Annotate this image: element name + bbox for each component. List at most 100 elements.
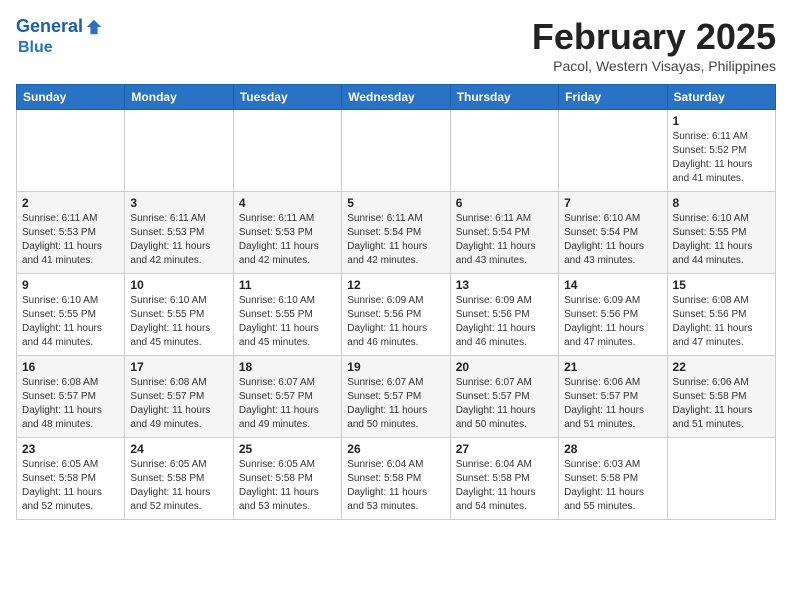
day-number: 27 <box>456 442 553 456</box>
day-info: Sunrise: 6:11 AM Sunset: 5:54 PM Dayligh… <box>456 212 553 268</box>
day-info: Sunrise: 6:05 AM Sunset: 5:58 PM Dayligh… <box>22 458 119 514</box>
day-info: Sunrise: 6:09 AM Sunset: 5:56 PM Dayligh… <box>564 294 661 350</box>
day-info: Sunrise: 6:10 AM Sunset: 5:54 PM Dayligh… <box>564 212 661 268</box>
calendar-cell: 12 Sunrise: 6:09 AM Sunset: 5:56 PM Dayli… <box>342 274 450 356</box>
day-number: 7 <box>564 196 661 210</box>
day-info: Sunrise: 6:11 AM Sunset: 5:54 PM Dayligh… <box>347 212 444 268</box>
day-number: 8 <box>673 196 770 210</box>
day-info: Sunrise: 6:08 AM Sunset: 5:56 PM Dayligh… <box>673 294 770 350</box>
weekday-header-tuesday: Tuesday <box>233 85 341 110</box>
day-info: Sunrise: 6:09 AM Sunset: 5:56 PM Dayligh… <box>456 294 553 350</box>
day-number: 16 <box>22 360 119 374</box>
day-info: Sunrise: 6:03 AM Sunset: 5:58 PM Dayligh… <box>564 458 661 514</box>
day-number: 26 <box>347 442 444 456</box>
day-info: Sunrise: 6:04 AM Sunset: 5:58 PM Dayligh… <box>456 458 553 514</box>
calendar-table: SundayMondayTuesdayWednesdayThursdayFrid… <box>16 84 776 520</box>
day-number: 11 <box>239 278 336 292</box>
calendar-cell <box>559 110 667 192</box>
calendar-cell: 17 Sunrise: 6:08 AM Sunset: 5:57 PM Dayli… <box>125 356 233 438</box>
location-subtitle: Pacol, Western Visayas, Philippines <box>532 58 776 74</box>
calendar-cell: 3Sunrise: 6:11 AM Sunset: 5:53 PM Daylig… <box>125 192 233 274</box>
day-info: Sunrise: 6:06 AM Sunset: 5:58 PM Dayligh… <box>673 376 770 432</box>
calendar-cell: 18 Sunrise: 6:07 AM Sunset: 5:57 PM Dayli… <box>233 356 341 438</box>
day-info: Sunrise: 6:05 AM Sunset: 5:58 PM Dayligh… <box>239 458 336 514</box>
day-number: 18 <box>239 360 336 374</box>
day-number: 20 <box>456 360 553 374</box>
week-row-1: 1 Sunrise: 6:11 AM Sunset: 5:52 PM Daylig… <box>17 110 776 192</box>
calendar-cell: 13 Sunrise: 6:09 AM Sunset: 5:56 PM Dayli… <box>450 274 558 356</box>
day-info: Sunrise: 6:07 AM Sunset: 5:57 PM Dayligh… <box>456 376 553 432</box>
day-number: 15 <box>673 278 770 292</box>
calendar-cell: 2 Sunrise: 6:11 AM Sunset: 5:53 PM Daylig… <box>17 192 125 274</box>
calendar-cell: 8Sunrise: 6:10 AM Sunset: 5:55 PM Daylig… <box>667 192 775 274</box>
day-number: 14 <box>564 278 661 292</box>
calendar-cell <box>17 110 125 192</box>
day-info: Sunrise: 6:08 AM Sunset: 5:57 PM Dayligh… <box>22 376 119 432</box>
week-row-5: 23 Sunrise: 6:05 AM Sunset: 5:58 PM Dayli… <box>17 438 776 520</box>
weekday-header-monday: Monday <box>125 85 233 110</box>
day-number: 23 <box>22 442 119 456</box>
logo-icon <box>85 18 103 36</box>
calendar-cell: 24Sunrise: 6:05 AM Sunset: 5:58 PM Dayli… <box>125 438 233 520</box>
day-info: Sunrise: 6:09 AM Sunset: 5:56 PM Dayligh… <box>347 294 444 350</box>
week-row-4: 16 Sunrise: 6:08 AM Sunset: 5:57 PM Dayli… <box>17 356 776 438</box>
weekday-header-friday: Friday <box>559 85 667 110</box>
day-number: 5 <box>347 196 444 210</box>
day-info: Sunrise: 6:11 AM Sunset: 5:53 PM Dayligh… <box>22 212 119 268</box>
day-info: Sunrise: 6:07 AM Sunset: 5:57 PM Dayligh… <box>347 376 444 432</box>
logo-general: General <box>16 16 83 38</box>
day-number: 22 <box>673 360 770 374</box>
day-info: Sunrise: 6:08 AM Sunset: 5:57 PM Dayligh… <box>130 376 227 432</box>
day-number: 28 <box>564 442 661 456</box>
page-header: General Blue February 2025 Pacol, Wester… <box>16 16 776 74</box>
calendar-cell: 22 Sunrise: 6:06 AM Sunset: 5:58 PM Dayli… <box>667 356 775 438</box>
calendar-cell: 4 Sunrise: 6:11 AM Sunset: 5:53 PM Daylig… <box>233 192 341 274</box>
calendar-cell: 14 Sunrise: 6:09 AM Sunset: 5:56 PM Dayli… <box>559 274 667 356</box>
day-number: 12 <box>347 278 444 292</box>
logo: General Blue <box>16 16 103 57</box>
calendar-cell <box>125 110 233 192</box>
day-info: Sunrise: 6:10 AM Sunset: 5:55 PM Dayligh… <box>22 294 119 350</box>
calendar-cell: 21Sunrise: 6:06 AM Sunset: 5:57 PM Dayli… <box>559 356 667 438</box>
weekday-header-saturday: Saturday <box>667 85 775 110</box>
calendar-cell: 16 Sunrise: 6:08 AM Sunset: 5:57 PM Dayli… <box>17 356 125 438</box>
calendar-cell <box>233 110 341 192</box>
title-block: February 2025 Pacol, Western Visayas, Ph… <box>532 16 776 74</box>
day-info: Sunrise: 6:04 AM Sunset: 5:58 PM Dayligh… <box>347 458 444 514</box>
calendar-cell: 28 Sunrise: 6:03 AM Sunset: 5:58 PM Dayli… <box>559 438 667 520</box>
day-info: Sunrise: 6:11 AM Sunset: 5:53 PM Dayligh… <box>239 212 336 268</box>
week-row-2: 2 Sunrise: 6:11 AM Sunset: 5:53 PM Daylig… <box>17 192 776 274</box>
day-number: 3 <box>130 196 227 210</box>
weekday-header-wednesday: Wednesday <box>342 85 450 110</box>
weekday-header-row: SundayMondayTuesdayWednesdayThursdayFrid… <box>17 85 776 110</box>
calendar-cell: 23 Sunrise: 6:05 AM Sunset: 5:58 PM Dayli… <box>17 438 125 520</box>
day-number: 4 <box>239 196 336 210</box>
calendar-cell: 20 Sunrise: 6:07 AM Sunset: 5:57 PM Dayli… <box>450 356 558 438</box>
day-info: Sunrise: 6:07 AM Sunset: 5:57 PM Dayligh… <box>239 376 336 432</box>
day-number: 13 <box>456 278 553 292</box>
day-info: Sunrise: 6:10 AM Sunset: 5:55 PM Dayligh… <box>239 294 336 350</box>
calendar-cell: 27 Sunrise: 6:04 AM Sunset: 5:58 PM Dayli… <box>450 438 558 520</box>
day-number: 2 <box>22 196 119 210</box>
calendar-cell: 7 Sunrise: 6:10 AM Sunset: 5:54 PM Daylig… <box>559 192 667 274</box>
calendar-cell: 11 Sunrise: 6:10 AM Sunset: 5:55 PM Dayli… <box>233 274 341 356</box>
calendar-cell: 15 Sunrise: 6:08 AM Sunset: 5:56 PM Dayli… <box>667 274 775 356</box>
day-number: 25 <box>239 442 336 456</box>
day-info: Sunrise: 6:10 AM Sunset: 5:55 PM Dayligh… <box>130 294 227 350</box>
day-number: 9 <box>22 278 119 292</box>
day-number: 17 <box>130 360 227 374</box>
day-info: Sunrise: 6:05 AM Sunset: 5:58 PM Dayligh… <box>130 458 227 514</box>
day-info: Sunrise: 6:11 AM Sunset: 5:52 PM Dayligh… <box>673 130 770 186</box>
day-number: 6 <box>456 196 553 210</box>
calendar-cell: 9 Sunrise: 6:10 AM Sunset: 5:55 PM Daylig… <box>17 274 125 356</box>
calendar-cell: 5 Sunrise: 6:11 AM Sunset: 5:54 PM Daylig… <box>342 192 450 274</box>
day-info: Sunrise: 6:06 AM Sunset: 5:57 PM Dayligh… <box>564 376 661 432</box>
day-number: 1 <box>673 114 770 128</box>
day-number: 10 <box>130 278 227 292</box>
weekday-header-thursday: Thursday <box>450 85 558 110</box>
calendar-cell: 19 Sunrise: 6:07 AM Sunset: 5:57 PM Dayli… <box>342 356 450 438</box>
logo-blue: Blue <box>18 38 103 57</box>
day-number: 19 <box>347 360 444 374</box>
week-row-3: 9 Sunrise: 6:10 AM Sunset: 5:55 PM Daylig… <box>17 274 776 356</box>
month-title: February 2025 <box>532 16 776 58</box>
